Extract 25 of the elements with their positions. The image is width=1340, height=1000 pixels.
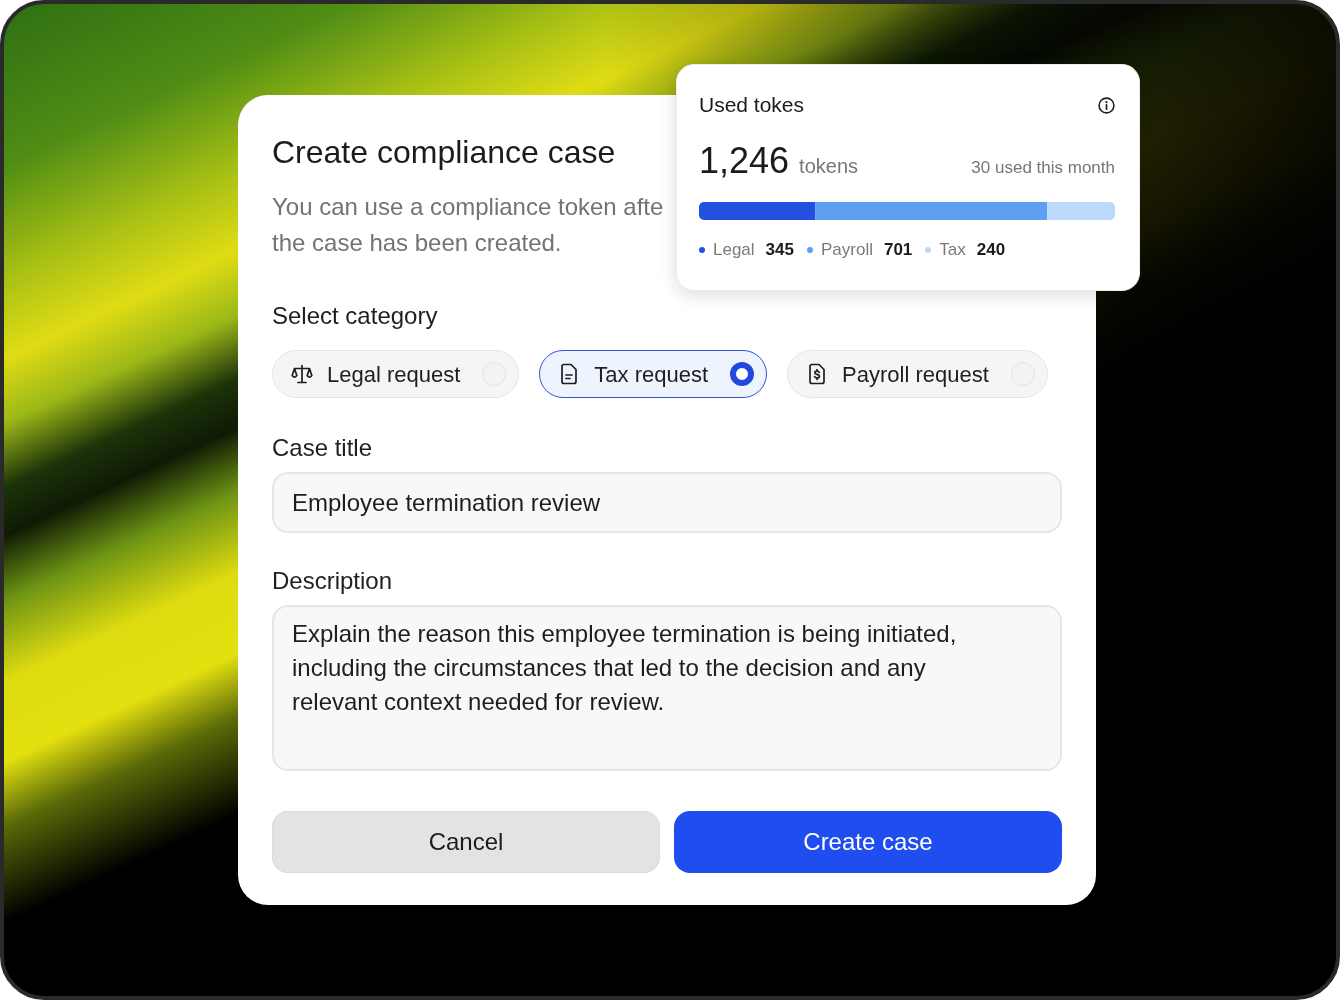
info-icon[interactable]	[1098, 96, 1115, 114]
token-unit: tokens	[799, 154, 859, 179]
legend-value: 701	[883, 240, 913, 260]
legend-label: Payroll	[821, 240, 873, 260]
card-title: Used tokes	[699, 92, 805, 118]
legend-value: 345	[765, 240, 794, 260]
radio-icon[interactable]	[730, 362, 755, 386]
token-total: 1,246	[699, 140, 790, 182]
monthly-usage-note: 30 used this month	[971, 157, 1115, 179]
dialog-description: You can use a compliance token afte the case has been created.	[272, 192, 664, 258]
description-field[interactable]: Explain the reason this employee termination is being initiated, including the circumstances that led to the decision and any relevant context needed for review.	[272, 605, 1062, 771]
secondary-button[interactable]: Cancel	[272, 811, 660, 873]
category-option[interactable]: Payroll request	[787, 350, 1048, 398]
legend-label: Legal	[713, 240, 755, 260]
category-option[interactable]: Legal request	[272, 350, 520, 398]
dialog-title: Create compliance case	[272, 133, 616, 171]
legend-value: 240	[976, 240, 1006, 260]
field-label: Description	[272, 566, 393, 595]
field-label: Select category	[272, 301, 438, 330]
legend-label: Tax	[939, 240, 966, 260]
scale-icon	[291, 363, 313, 385]
field-label: Case title	[272, 433, 373, 462]
primary-button[interactable]: Create case	[674, 811, 1062, 873]
category-option[interactable]: Tax request	[539, 350, 768, 398]
input-field[interactable]: Employee termination review	[272, 472, 1062, 533]
